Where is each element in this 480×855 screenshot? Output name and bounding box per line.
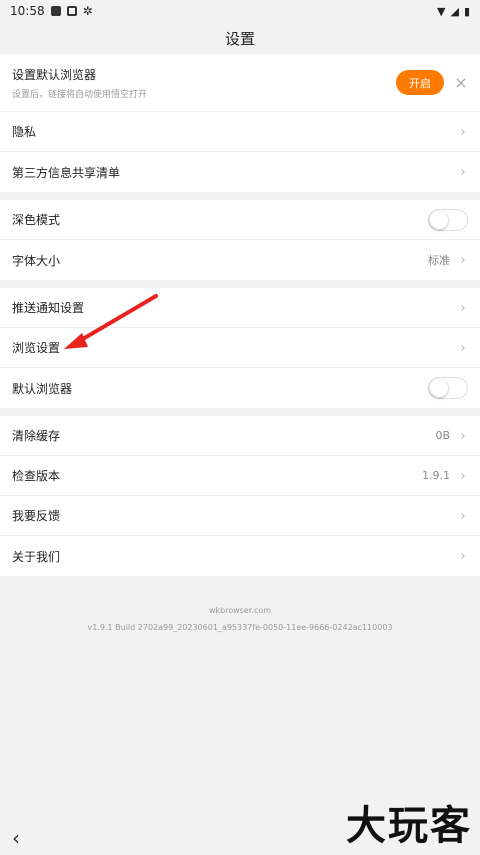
row-label: 字体大小 <box>12 253 61 268</box>
row-label: 检查版本 <box>12 469 61 483</box>
row-value: 1.9.1 <box>422 469 450 482</box>
page-title: 设置 <box>224 29 255 48</box>
notification-icon <box>66 6 77 16</box>
chevron-right-icon: › <box>460 299 466 316</box>
row-about-us[interactable]: 关于我们 › <box>0 536 480 576</box>
chevron-right-icon: › <box>460 467 466 484</box>
row-label: 默认浏览器 <box>12 381 73 396</box>
footer-build: v1.9.1 Build 2702a99_20230601_a95337fe-0… <box>87 623 393 632</box>
chevron-right-icon: › <box>460 339 466 356</box>
settings-group-display: 深色模式 字体大小 标准 › <box>0 200 480 280</box>
row-label: 关于我们 <box>12 549 61 564</box>
status-time: 10:58 <box>10 4 45 18</box>
default-browser-banner: 设置默认浏览器 设置后，链接将自动使用悟空打开 开启 × <box>0 54 480 111</box>
row-value: 0B <box>435 429 450 442</box>
chevron-left-icon[interactable]: ‹ <box>12 826 20 850</box>
chevron-right-icon: › <box>460 548 466 564</box>
chevron-right-icon: › <box>460 123 466 140</box>
row-privacy[interactable]: 隐私 › <box>0 112 480 152</box>
row-clear-cache[interactable]: 清除缓存 0B › <box>0 416 480 456</box>
row-label: 深色模式 <box>12 213 61 227</box>
status-bar: 10:58 ✲ ▼ ◢ ▮ <box>0 0 480 22</box>
chevron-right-icon: › <box>460 427 466 444</box>
chevron-right-icon: › <box>460 507 466 524</box>
chevron-right-icon: › <box>460 252 466 268</box>
row-label: 第三方信息共享清单 <box>12 165 121 180</box>
row-font-size[interactable]: 字体大小 标准 › <box>0 240 480 280</box>
footer-domain: wkbrowser.com <box>208 606 272 615</box>
banner-subtitle: 设置后，链接将自动使用悟空打开 <box>12 89 148 100</box>
bug-icon: ✲ <box>82 4 93 18</box>
footer: wkbrowser.com v1.9.1 Build 2702a99_20230… <box>0 606 480 632</box>
row-label: 我要反馈 <box>12 509 61 523</box>
row-check-version[interactable]: 检查版本 1.9.1 › <box>0 456 480 496</box>
row-label: 隐私 <box>12 125 37 139</box>
default-browser-toggle[interactable] <box>428 377 468 399</box>
row-default-browser: 默认浏览器 <box>0 368 480 408</box>
settings-group-privacy: 隐私 › 第三方信息共享清单 › <box>0 112 480 192</box>
chevron-right-icon: › <box>460 164 466 180</box>
banner-title: 设置默认浏览器 <box>12 67 97 82</box>
annotation-arrow-icon <box>64 294 158 349</box>
wifi-icon: ▼ <box>437 4 446 18</box>
row-value: 标准 <box>428 254 450 267</box>
enable-button[interactable]: 开启 <box>396 70 444 95</box>
notification-icon <box>50 6 61 16</box>
battery-icon: ▮ <box>463 4 470 18</box>
dark-mode-toggle[interactable] <box>428 208 468 231</box>
signal-icon: ◢ <box>450 4 459 18</box>
watermark-logo: 大玩客 <box>346 803 472 849</box>
row-dark-mode: 深色模式 <box>0 200 480 240</box>
close-icon[interactable]: × <box>454 73 468 92</box>
row-third-party-sharing[interactable]: 第三方信息共享清单 › <box>0 152 480 192</box>
settings-group-misc: 清除缓存 0B › 检查版本 1.9.1 › 我要反馈 › 关于我们 › <box>0 416 480 576</box>
row-feedback[interactable]: 我要反馈 › <box>0 496 480 536</box>
row-label: 清除缓存 <box>12 429 61 443</box>
